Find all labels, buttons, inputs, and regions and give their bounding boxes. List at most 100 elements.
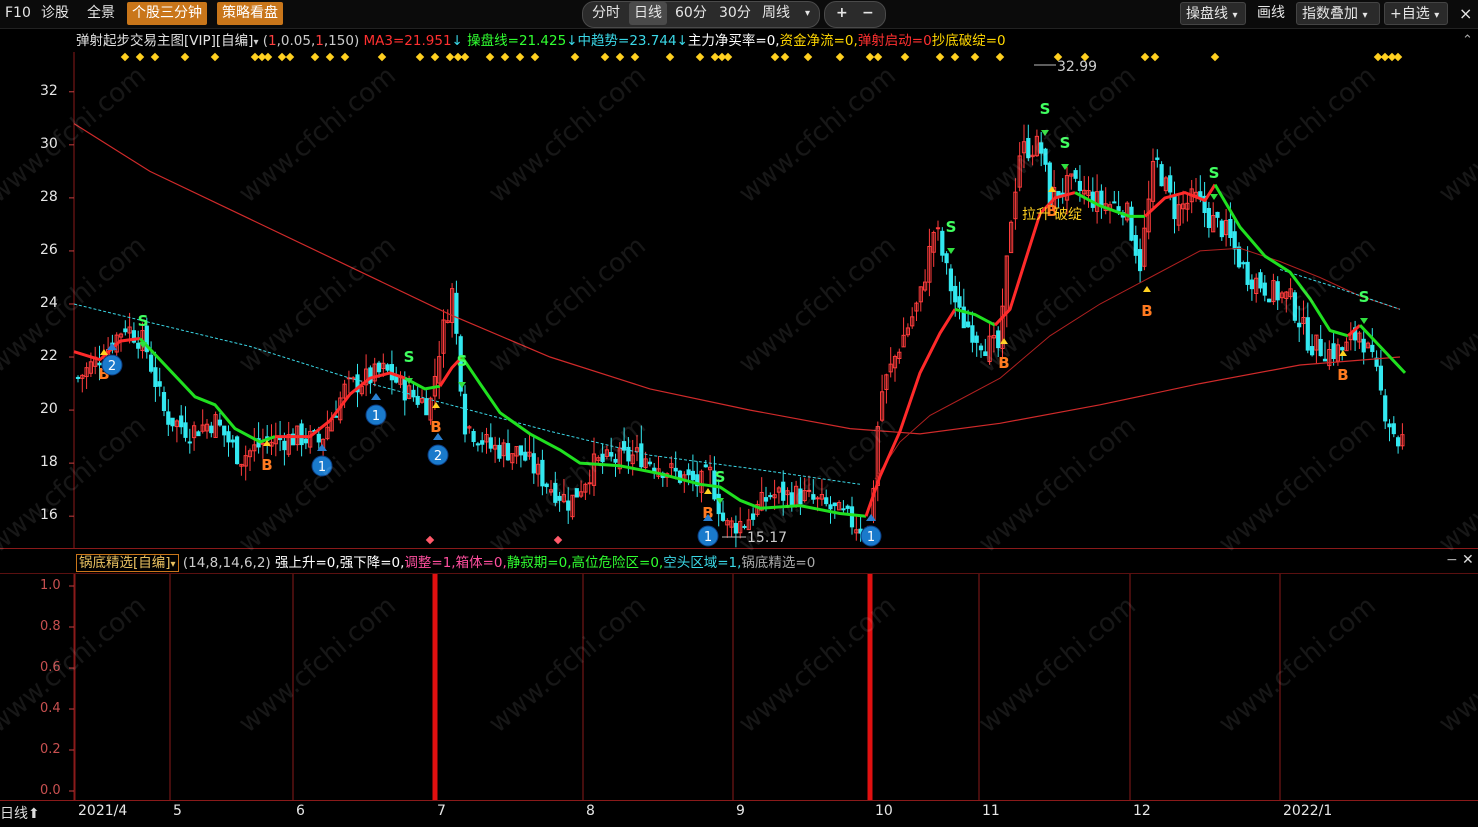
candle-body: [983, 351, 988, 357]
qiangxia-value: 强下降=0,: [339, 555, 405, 571]
sell-arrow-icon: [1210, 194, 1218, 200]
sell-marker: S: [1359, 288, 1370, 306]
period-60[interactable]: 60分: [670, 2, 712, 25]
sub-indicator-name: 锅底精选[自编]: [79, 555, 171, 571]
kongtou-value: 空头区域=1,: [663, 555, 742, 571]
signal-diamond: [325, 52, 335, 62]
candle-body: [832, 502, 837, 507]
xiangti-value: 箱体=0,: [455, 555, 507, 571]
index-overlay-button[interactable]: 指数叠加 ▾: [1296, 2, 1380, 25]
period-indicator[interactable]: 日线⬆: [0, 803, 40, 823]
candle-body: [751, 513, 756, 520]
indicator-name[interactable]: 弹射起步交易主图[VIP][自编]: [76, 33, 253, 49]
candle-body: [690, 470, 695, 481]
signal-diamond: [1210, 52, 1220, 62]
candle-body: [1099, 190, 1104, 207]
minimize-icon[interactable]: −: [1446, 552, 1458, 568]
main-chart[interactable]: BBBBBBBBSS SSSSSSS21121 132.9915.17拉升 破绽: [0, 52, 1478, 548]
candle-body: [974, 335, 979, 343]
chevron-down-icon[interactable]: ▾: [800, 2, 815, 25]
x-tick-label: 2022/1: [1283, 803, 1333, 819]
sell-marker: S: [715, 468, 726, 486]
chevron-down-icon[interactable]: ▾: [253, 37, 258, 48]
buy-marker: B: [1141, 302, 1152, 320]
period-daily[interactable]: 日线: [629, 2, 667, 25]
candle-body: [376, 362, 382, 373]
candle-body: [531, 453, 536, 474]
candle-body: [686, 469, 691, 476]
panel-divider: [0, 548, 1478, 549]
candle-body: [1155, 157, 1160, 160]
candle-body: [1258, 272, 1263, 289]
signal-diamond: [500, 52, 510, 62]
candle-body: [488, 437, 493, 449]
x-tick-label: 12: [1133, 803, 1151, 819]
caopan-line-button[interactable]: 操盘线 ▾: [1180, 2, 1246, 25]
lasheng-label: 拉升: [1022, 207, 1050, 223]
period-fenshi[interactable]: 分时: [587, 2, 625, 25]
candle-body: [789, 492, 794, 507]
signal-diamond: [770, 52, 780, 62]
diagnose-button[interactable]: 诊股: [36, 2, 74, 25]
candle-body: [149, 354, 154, 372]
sub-chart[interactable]: [0, 574, 1478, 800]
number-badge-text: 2: [108, 359, 116, 374]
caopan-label: 操盘线: [1186, 6, 1228, 22]
index-overlay-label: 指数叠加: [1302, 6, 1358, 22]
sub-params: (14,8,14,6,2): [182, 555, 271, 571]
sell-marker: S: [457, 352, 468, 370]
panorama-button[interactable]: 全景: [82, 2, 120, 25]
candle-body: [1241, 262, 1246, 265]
signal-diamond: [723, 52, 733, 62]
sell-marker: S: [138, 312, 149, 330]
signal-diamond: [210, 52, 220, 62]
three-minute-button[interactable]: 个股三分钟: [127, 2, 207, 25]
f10-button[interactable]: F10: [0, 2, 36, 25]
candle-body: [153, 367, 158, 387]
y-tick-label: 30: [40, 135, 58, 152]
y-tick-label: 22: [40, 348, 58, 365]
candle-body: [402, 377, 407, 401]
signal-diamond: [995, 52, 1005, 62]
operate-line-down: [954, 307, 996, 327]
main-indicator-header: 弹射起步交易主图[VIP][自编]▾ (1,0.05,1,150) MA3=21…: [76, 33, 1006, 49]
low-annotation: 15.17: [747, 530, 787, 546]
signal-diamond: [780, 52, 790, 62]
candle-body: [1245, 261, 1250, 285]
close-icon[interactable]: ×: [1454, 2, 1477, 25]
add-watchlist-button[interactable]: +自选 ▾: [1384, 2, 1448, 25]
candle-body: [299, 423, 304, 446]
close-sub-icon[interactable]: ✕: [1462, 552, 1474, 568]
candle-body: [75, 376, 81, 379]
chevron-down-icon: ▾: [1434, 10, 1440, 21]
period-weekly[interactable]: 周线: [757, 2, 795, 25]
candle-body: [1236, 246, 1242, 268]
zijin-value: 资金净流=0,: [779, 33, 858, 49]
candle-body: [647, 461, 652, 465]
candle-body: [505, 443, 511, 461]
candle-body: [235, 436, 240, 465]
draw-line-button[interactable]: 画线: [1252, 2, 1290, 25]
signal-diamond: [180, 52, 190, 62]
signal-diamond: [445, 52, 455, 62]
sell-marker: S: [404, 348, 415, 366]
chevron-down-icon: ▾: [170, 559, 176, 570]
zoom-in-button[interactable]: +: [831, 2, 853, 25]
candle-body: [768, 495, 773, 498]
candle-body: [1073, 170, 1078, 179]
ma3-value: MA3=21.951: [363, 33, 452, 49]
candle-body: [170, 417, 175, 427]
zoom-out-button[interactable]: −: [857, 2, 879, 25]
signal-diamond: [460, 52, 470, 62]
y-tick-label: 18: [40, 454, 58, 471]
period-30[interactable]: 30分: [714, 2, 756, 25]
candle-body: [703, 464, 708, 468]
collapse-icon[interactable]: ⌃: [1462, 33, 1473, 48]
strategy-button[interactable]: 策略看盘: [217, 2, 283, 25]
y-tick-label: 20: [40, 401, 58, 418]
candle-body: [187, 441, 192, 444]
sub-indicator-selector[interactable]: 锅底精选[自编]▾: [76, 554, 179, 572]
candle-body: [1310, 346, 1315, 356]
candle-body: [454, 292, 459, 334]
candle-body: [966, 321, 971, 328]
